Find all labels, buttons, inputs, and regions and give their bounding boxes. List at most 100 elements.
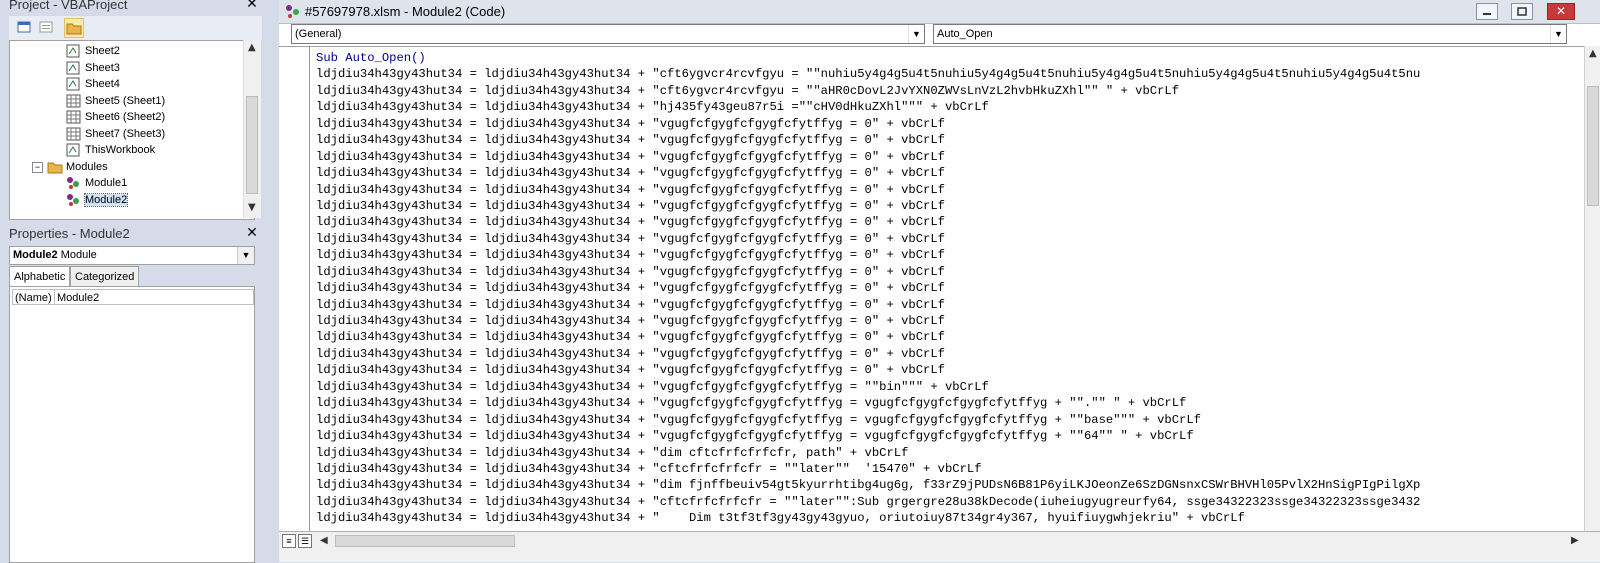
property-row[interactable]: (Name) Module2	[12, 289, 254, 305]
code-line[interactable]: ldjdiu34h43gy43hut34 = ldjdiu34h43gy43hu…	[316, 461, 1584, 477]
code-line[interactable]: ldjdiu34h43gy43hut34 = ldjdiu34h43gy43hu…	[316, 297, 1584, 313]
view-object-button[interactable]	[37, 18, 57, 38]
code-line[interactable]: ldjdiu34h43gy43hut34 = ldjdiu34h43gy43hu…	[316, 313, 1584, 329]
collapse-icon[interactable]: −	[32, 161, 43, 173]
dock-splitter[interactable]	[264, 0, 278, 561]
tab-alphabetic[interactable]: Alphabetic	[9, 266, 71, 287]
procedure-view-icon: ≡	[286, 536, 292, 546]
chevron-down-icon[interactable]: ▼	[237, 247, 254, 264]
project-toolbar	[9, 16, 262, 40]
project-tree-scrollbar[interactable]: ▲ ▼	[243, 40, 261, 218]
minimize-button[interactable]	[1476, 3, 1498, 20]
chevron-down-icon[interactable]: ▼	[1550, 25, 1566, 43]
properties-object-select[interactable]: Module2 Module ▼	[9, 246, 255, 265]
code-line[interactable]: ldjdiu34h43gy43hut34 = ldjdiu34h43gy43hu…	[316, 99, 1584, 115]
code-line[interactable]: ldjdiu34h43gy43hut34 = ldjdiu34h43gy43hu…	[316, 412, 1584, 428]
project-panel-titlebar: Project - VBAProject ✕	[0, 0, 264, 14]
minimize-icon	[1483, 13, 1491, 15]
code-bottom-bar: ≡ ☰ ◀ ▶	[279, 531, 1600, 562]
code-line[interactable]: ldjdiu34h43gy43hut34 = ldjdiu34h43gy43hu…	[316, 346, 1584, 362]
scroll-left-icon[interactable]: ◀	[320, 535, 328, 546]
tree-item-sheet2[interactable]: Sheet2	[66, 43, 120, 59]
project-tree-scroll-thumb[interactable]	[246, 96, 258, 194]
code-vertical-scrollbar[interactable]: ▲	[1584, 46, 1600, 531]
project-tree: Sheet2 Sheet3 Sheet4 Sheet5 (Sheet1) She…	[9, 40, 255, 220]
scroll-up-icon[interactable]: ▲	[248, 42, 256, 53]
code-hscroll-thumb[interactable]	[335, 535, 515, 547]
object-combo[interactable]: (General) ▼	[291, 24, 925, 44]
chevron-down-icon[interactable]: ▼	[908, 25, 924, 43]
tree-item-sheet7[interactable]: Sheet7 (Sheet3)	[66, 126, 165, 142]
tree-item-sheet6[interactable]: Sheet6 (Sheet2)	[66, 109, 165, 125]
code-line[interactable]: ldjdiu34h43gy43hut34 = ldjdiu34h43gy43hu…	[316, 494, 1584, 510]
tree-item-module2[interactable]: Module2	[66, 192, 129, 208]
properties-object-name: Module2	[13, 249, 58, 261]
restore-button[interactable]	[1511, 3, 1533, 20]
code-line[interactable]: ldjdiu34h43gy43hut34 = ldjdiu34h43gy43hu…	[316, 280, 1584, 296]
project-panel-title: Project - VBAProject	[9, 0, 128, 12]
module-icon	[286, 5, 299, 18]
tree-item-sheet4[interactable]: Sheet4	[66, 76, 120, 92]
tree-item-modules[interactable]: − Modules	[32, 159, 108, 175]
project-panel-close-icon[interactable]: ✕	[244, 0, 260, 12]
code-line[interactable]: ldjdiu34h43gy43hut34 = ldjdiu34h43gy43hu…	[316, 214, 1584, 230]
code-line[interactable]: ldjdiu34h43gy43hut34 = ldjdiu34h43gy43hu…	[316, 149, 1584, 165]
code-margin[interactable]	[279, 47, 310, 532]
code-line[interactable]: ldjdiu34h43gy43hut34 = ldjdiu34h43gy43hu…	[316, 247, 1584, 263]
scroll-right-icon[interactable]: ▶	[1571, 535, 1579, 546]
tree-item-module1[interactable]: Module1	[66, 175, 127, 191]
excel-object-icon	[66, 44, 80, 58]
code-line[interactable]: ldjdiu34h43gy43hut34 = ldjdiu34h43gy43hu…	[316, 477, 1584, 493]
properties-panel-close-icon[interactable]: ✕	[244, 226, 260, 241]
scroll-up-icon[interactable]: ▲	[1589, 48, 1597, 59]
properties-grid: (Name) Module2	[9, 286, 255, 563]
code-line[interactable]: ldjdiu34h43gy43hut34 = ldjdiu34h43gy43hu…	[316, 329, 1584, 345]
code-line[interactable]: ldjdiu34h43gy43hut34 = ldjdiu34h43gy43hu…	[316, 445, 1584, 461]
code-line[interactable]: ldjdiu34h43gy43hut34 = ldjdiu34h43gy43hu…	[316, 231, 1584, 247]
code-line[interactable]: ldjdiu34h43gy43hut34 = ldjdiu34h43gy43hu…	[316, 362, 1584, 378]
folder-icon	[66, 23, 82, 35]
close-button[interactable]: ✕	[1547, 3, 1575, 20]
code-editor[interactable]: Sub Auto_Open() ldjdiu34h43gy43hut34 = ld…	[279, 46, 1584, 532]
tree-item-thisworkbook[interactable]: ThisWorkbook	[66, 142, 155, 158]
code-line[interactable]: ldjdiu34h43gy43hut34 = ldjdiu34h43gy43hu…	[316, 66, 1584, 82]
code-line[interactable]: ldjdiu34h43gy43hut34 = ldjdiu34h43gy43hu…	[316, 510, 1584, 526]
worksheet-icon	[66, 127, 81, 141]
code-line[interactable]: ldjdiu34h43gy43hut34 = ldjdiu34h43gy43hu…	[316, 198, 1584, 214]
restore-icon	[1517, 7, 1527, 16]
scroll-down-icon[interactable]: ▼	[248, 202, 256, 213]
procedure-view-button[interactable]: ≡	[282, 534, 296, 548]
procedure-combo[interactable]: Auto_Open ▼	[933, 24, 1567, 44]
property-name: (Name)	[12, 289, 55, 305]
view-object-icon	[39, 21, 53, 33]
code-line[interactable]: ldjdiu34h43gy43hut34 = ldjdiu34h43gy43hu…	[316, 132, 1584, 148]
worksheet-icon	[66, 94, 81, 108]
code-line[interactable]: ldjdiu34h43gy43hut34 = ldjdiu34h43gy43hu…	[316, 428, 1584, 444]
module-icon	[67, 177, 79, 190]
properties-panel-titlebar: Properties - Module2 ✕	[0, 225, 264, 243]
code-line[interactable]: ldjdiu34h43gy43hut34 = ldjdiu34h43gy43hu…	[316, 264, 1584, 280]
code-scroll-thumb[interactable]	[1587, 86, 1599, 206]
module-icon	[67, 194, 79, 207]
property-value[interactable]: Module2	[54, 289, 254, 305]
code-text[interactable]: Sub Auto_Open() ldjdiu34h43gy43hut34 = ld…	[316, 50, 1584, 532]
tab-categorized[interactable]: Categorized	[70, 266, 140, 286]
code-line[interactable]: ldjdiu34h43gy43hut34 = ldjdiu34h43gy43hu…	[316, 395, 1584, 411]
properties-object-type: Module	[60, 249, 97, 261]
code-line[interactable]: ldjdiu34h43gy43hut34 = ldjdiu34h43gy43hu…	[316, 379, 1584, 395]
toggle-folders-button[interactable]	[64, 18, 84, 38]
tree-item-sheet3[interactable]: Sheet3	[66, 60, 120, 76]
code-window: #57697978.xlsm - Module2 (Code) ✕ (Gener…	[279, 0, 1600, 562]
view-code-button[interactable]	[15, 18, 35, 38]
left-dock: Project - VBAProject ✕ Sheet2 Sheet3 She…	[0, 0, 264, 563]
code-line[interactable]: ldjdiu34h43gy43hut34 = ldjdiu34h43gy43hu…	[316, 83, 1584, 99]
full-module-view-button[interactable]: ☰	[298, 534, 312, 548]
tree-item-sheet5[interactable]: Sheet5 (Sheet1)	[66, 93, 165, 109]
code-window-title: #57697978.xlsm - Module2 (Code)	[305, 4, 506, 19]
code-line[interactable]: Sub Auto_Open()	[316, 50, 1584, 66]
code-line[interactable]: ldjdiu34h43gy43hut34 = ldjdiu34h43gy43hu…	[316, 182, 1584, 198]
code-line[interactable]: ldjdiu34h43gy43hut34 = ldjdiu34h43gy43hu…	[316, 116, 1584, 132]
code-line[interactable]: ldjdiu34h43gy43hut34 = ldjdiu34h43gy43hu…	[316, 165, 1584, 181]
view-code-icon	[17, 21, 31, 33]
folder-icon	[47, 162, 63, 174]
